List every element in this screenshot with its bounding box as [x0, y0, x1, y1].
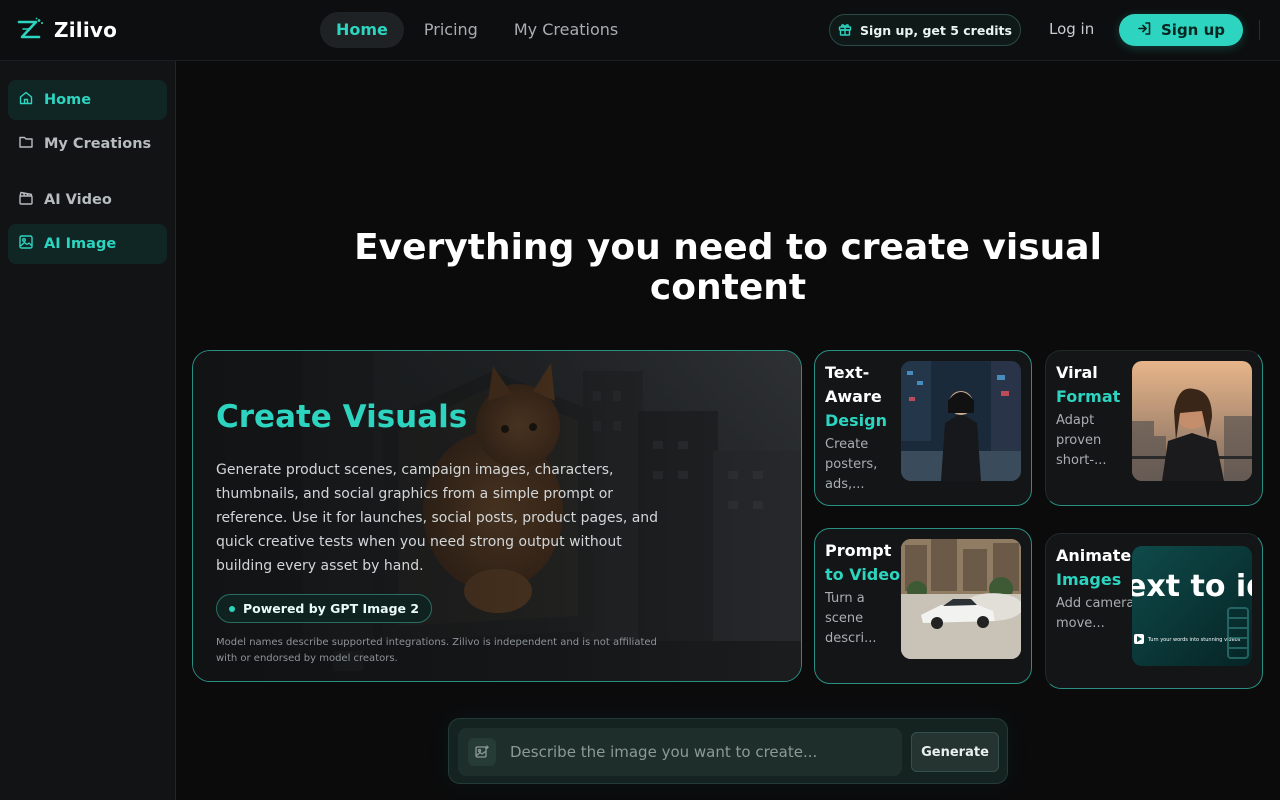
credits-label: Sign up, get 5 credits	[860, 22, 1012, 38]
sidebar-item-label: My Creations	[44, 136, 152, 152]
feature-card-animate-images[interactable]: Animate Images Add camera move... ext to…	[1045, 533, 1263, 689]
feature-card-text: Prompt to Video Turn a scene descri...	[825, 539, 905, 649]
feature-title-accent: Design	[825, 411, 887, 430]
hero-title: Everything you need to create visual con…	[354, 227, 1102, 308]
text-to-video-banner-image: ext to ideo Turn your words into stunnin…	[1132, 546, 1252, 666]
feature-card-description: Turn a scene descri...	[825, 591, 877, 646]
brand-logo[interactable]: Zilivo	[16, 17, 117, 43]
feature-title-plain: Animate	[1056, 546, 1132, 565]
feature-title-accent: Format	[1056, 387, 1121, 406]
signup-button[interactable]: Sign up	[1119, 14, 1243, 46]
sidebar-item-my-creations[interactable]: My Creations	[8, 124, 167, 164]
banner-caption: Turn your words into stunning videos	[1147, 637, 1241, 643]
sidebar-item-label: AI Image	[44, 236, 117, 252]
feature-card-viral-format[interactable]: Viral Format Adapt proven short-...	[1045, 350, 1263, 506]
feature-card-prompt-to-video[interactable]: Prompt to Video Turn a scene descri...	[814, 528, 1032, 684]
feature-card-title: Animate Images	[1056, 544, 1136, 592]
prompt-bar: Generate	[448, 718, 1008, 784]
sidebar-item-label: Home	[44, 92, 92, 108]
sign-in-icon	[1137, 21, 1152, 40]
gift-icon	[838, 22, 852, 39]
sidebar-item-label: AI Video	[44, 192, 112, 208]
powered-by-badge: Powered by GPT Image 2	[216, 594, 433, 623]
zilivo-logo-icon	[16, 17, 44, 43]
feature-card-description: Adapt proven short-...	[1056, 413, 1107, 468]
feature-card-description: Create posters, ads,...	[825, 437, 878, 492]
sidebar-item-ai-image[interactable]: AI Image	[8, 224, 167, 264]
signup-credits-button[interactable]: Sign up, get 5 credits	[829, 14, 1021, 46]
image-icon	[18, 234, 34, 254]
feature-card-text-aware-design[interactable]: Text-Aware Design Create posters, ads,..…	[814, 350, 1032, 506]
banner-text: ext to ideo	[1132, 569, 1252, 604]
feature-title-plain: Text-Aware	[825, 363, 882, 406]
city-night-portrait-image	[901, 361, 1021, 481]
feature-title-accent: to Video	[825, 565, 901, 584]
model-disclaimer: Model names describe supported integrati…	[216, 637, 657, 664]
sidebar-item-home[interactable]: Home	[8, 80, 167, 120]
prompt-input-wrapper	[458, 728, 902, 776]
home-icon	[18, 90, 34, 110]
feature-card-text: Animate Images Add camera move...	[1056, 544, 1136, 634]
top-nav: Home Pricing My Creations	[320, 12, 638, 48]
feature-card-text: Text-Aware Design Create posters, ads,..…	[825, 361, 905, 495]
status-dot-icon	[229, 605, 235, 612]
header-divider	[1259, 20, 1260, 40]
feature-title-plain: Viral	[1056, 363, 1098, 382]
feature-card-title: Prompt to Video	[825, 539, 905, 587]
login-link[interactable]: Log in	[1049, 20, 1094, 38]
sidebar: Home My Creations AI Video AI Image	[0, 61, 176, 800]
generate-button[interactable]: Generate	[911, 732, 999, 772]
nav-pricing[interactable]: Pricing	[408, 12, 494, 48]
signup-label: Sign up	[1161, 21, 1225, 39]
feature-title-plain: Prompt	[825, 541, 892, 560]
create-visuals-card[interactable]: Create Visuals Generate product scenes, …	[192, 350, 802, 682]
brand-name: Zilivo	[54, 18, 118, 42]
badge-label: Powered by GPT Image 2	[243, 601, 420, 616]
feature-card-title: Text-Aware Design	[825, 361, 905, 433]
card-content: Create Visuals Generate product scenes, …	[216, 397, 666, 667]
rooftop-portrait-image	[1132, 361, 1252, 481]
folder-icon	[18, 134, 34, 154]
card-description: Generate product scenes, campaign images…	[216, 462, 659, 574]
prompt-input[interactable]	[510, 740, 890, 764]
image-add-icon[interactable]	[468, 738, 496, 766]
feature-card-title: Viral Format	[1056, 361, 1136, 409]
nav-my-creations[interactable]: My Creations	[498, 12, 634, 48]
feature-title-accent: Images	[1056, 570, 1122, 589]
card-title: Create Visuals	[216, 399, 468, 435]
top-bar: Zilivo Home Pricing My Creations Sign up…	[0, 0, 1280, 61]
feature-card-text: Viral Format Adapt proven short-...	[1056, 361, 1136, 471]
clapperboard-icon	[18, 190, 34, 210]
feature-card-description: Add camera move...	[1056, 596, 1135, 631]
nav-home[interactable]: Home	[320, 12, 404, 48]
sidebar-item-ai-video[interactable]: AI Video	[8, 180, 167, 220]
drifting-car-image	[901, 539, 1021, 659]
